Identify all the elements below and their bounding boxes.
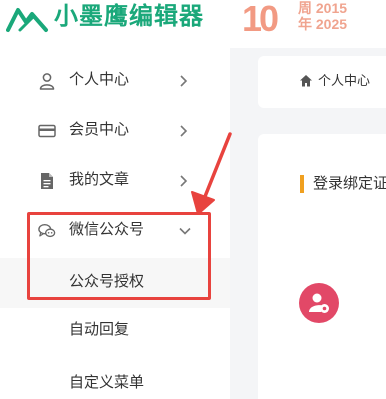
eagle-logo-icon[interactable] [6,4,50,34]
anniversary-text: 周 2015 年 2025 [298,0,347,32]
sidebar-subitem-auto-reply[interactable]: 自动回复 [0,306,230,356]
sidebar-subitem-custom-menu[interactable]: 自定义菜单 [0,359,230,399]
document-icon [41,173,53,189]
anniversary-number: 10 [242,0,279,39]
user-icon [39,73,55,90]
highlight-annotation-box [27,212,211,300]
user-gear-icon [309,293,329,313]
section-title-accent [300,175,304,193]
home-icon[interactable] [299,74,313,87]
card-icon [38,124,56,138]
sidebar-subitem-label: 自动回复 [69,321,130,338]
sidebar-item-label: 个人中心 [69,71,130,88]
logo-text[interactable]: 小墨鹰编辑器 [54,3,204,31]
breadcrumb-current[interactable]: 个人中心 [318,72,370,90]
sidebar-subitem-label: 自定义菜单 [69,374,145,391]
arrow-annotation-icon [191,132,232,215]
top-header: 小墨鹰编辑器 10 周 2015 年 2025 [0,0,386,48]
sidebar-item-label: 会员中心 [69,121,130,138]
sidebar-item-label: 我的文章 [69,171,130,188]
chevron-right-icon [180,75,188,87]
main-content-card: 登录绑定证 [258,134,386,399]
anniversary-line-1: 周 2015 [298,0,348,16]
breadcrumb: 个人中心 [258,56,386,108]
section-title: 登录绑定证 [313,175,386,192]
user-settings-avatar[interactable] [299,283,339,323]
anniversary-line-2: 年 2025 [298,16,348,32]
sidebar-item-personal-center[interactable]: 个人中心 [0,56,230,106]
